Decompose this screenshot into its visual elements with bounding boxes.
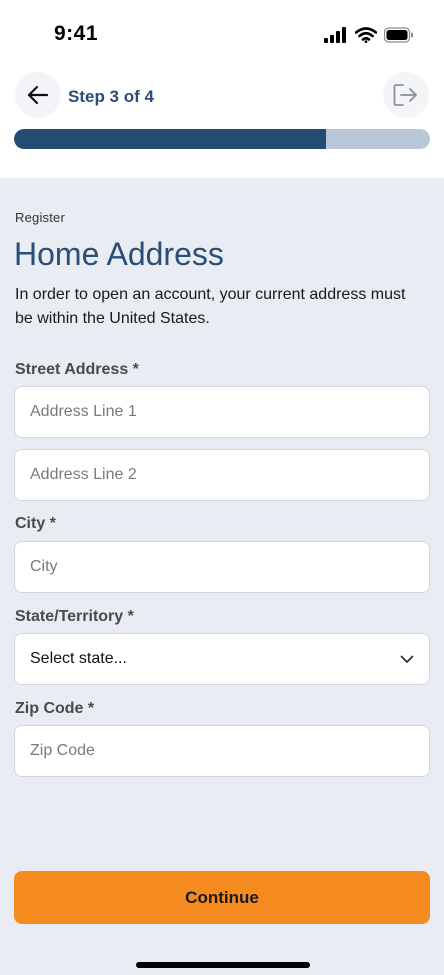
exit-button[interactable] bbox=[383, 72, 429, 118]
zip-code-placeholder: Zip Code bbox=[30, 742, 95, 759]
chevron-down-icon bbox=[400, 655, 414, 663]
status-time: 9:41 bbox=[54, 22, 99, 45]
city-input[interactable]: City bbox=[14, 541, 430, 593]
zip-code-label: Zip Code * bbox=[15, 700, 95, 717]
form-content: Register Home Address In order to open a… bbox=[0, 178, 444, 975]
page-title: Home Address bbox=[14, 236, 224, 272]
address-line2-input[interactable]: Address Line 2 bbox=[14, 449, 430, 501]
city-placeholder: City bbox=[30, 558, 58, 575]
address-line1-placeholder: Address Line 1 bbox=[30, 403, 137, 420]
state-label: State/Territory * bbox=[15, 608, 134, 625]
state-select-value: Select state... bbox=[30, 650, 127, 667]
signal-icon bbox=[324, 27, 346, 43]
step-indicator: Step 3 of 4 bbox=[68, 87, 154, 106]
section-eyebrow: Register bbox=[15, 210, 66, 225]
state-select[interactable]: Select state... bbox=[14, 633, 430, 685]
address-line1-input[interactable]: Address Line 1 bbox=[14, 386, 430, 438]
progress-fill bbox=[14, 129, 326, 149]
back-button[interactable] bbox=[15, 72, 61, 118]
street-address-label: Street Address * bbox=[15, 361, 139, 378]
battery-icon bbox=[384, 27, 413, 43]
continue-button-label: Continue bbox=[185, 887, 259, 907]
city-label: City * bbox=[15, 515, 56, 532]
header: Step 3 of 4 bbox=[0, 66, 444, 178]
status-icons bbox=[324, 24, 414, 46]
exit-icon bbox=[393, 84, 417, 106]
intro-text: In order to open an account, your curren… bbox=[15, 286, 406, 327]
status-bar: 9:41 bbox=[0, 0, 444, 66]
progress-bar bbox=[14, 129, 430, 149]
arrow-left-icon bbox=[27, 85, 49, 105]
continue-button[interactable]: Continue bbox=[14, 871, 430, 924]
address-line2-placeholder: Address Line 2 bbox=[30, 466, 137, 483]
zip-code-input[interactable]: Zip Code bbox=[14, 725, 430, 777]
home-indicator bbox=[136, 962, 310, 968]
wifi-icon bbox=[355, 27, 377, 43]
